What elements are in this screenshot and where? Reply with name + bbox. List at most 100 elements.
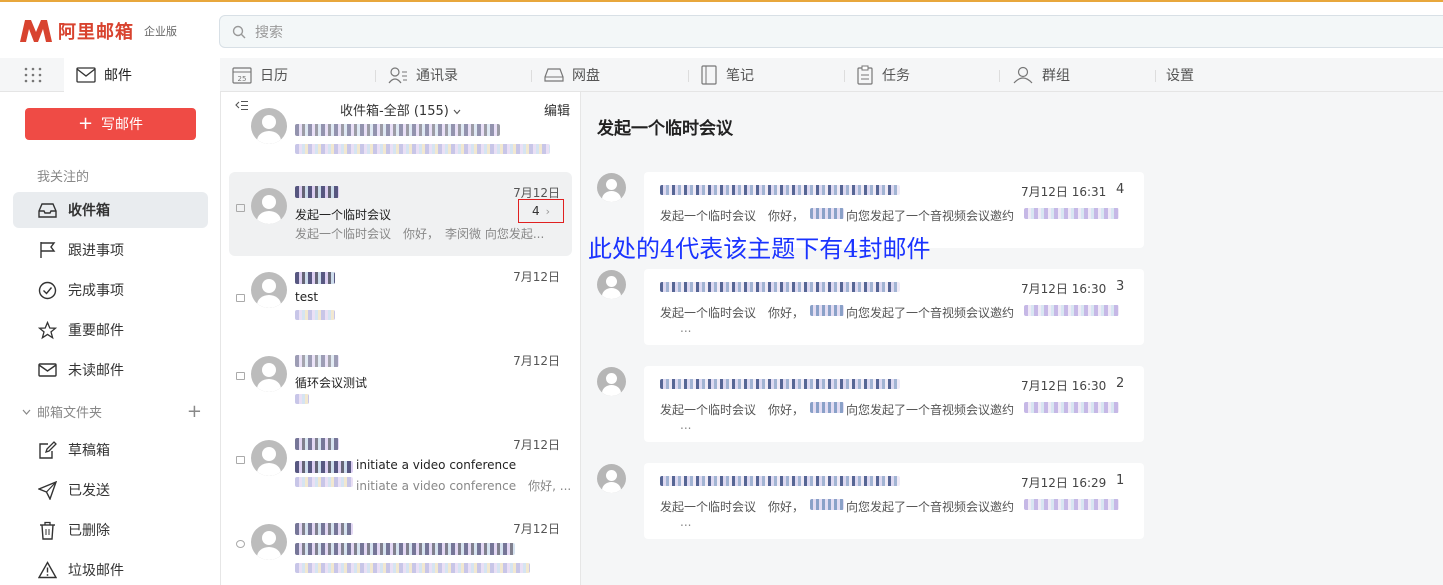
sender-redacted [660,476,900,486]
tab-contacts-label: 通讯录 [416,68,458,84]
thread-message-card[interactable]: 7月12日 16:30 3 发起一个临时会议 你好， 向您发起了一个音视频会议邀… [644,269,1144,345]
message-time: 7月12日 16:31 [1021,185,1107,199]
drive-icon [544,68,564,82]
message-list: 收件箱-全部 (155) 编辑 7月12日 发起一个临时会议 发起一个临时会议 … [221,92,581,585]
folder-filter-label: 收件箱-全部 (155) [340,104,449,119]
folders-section-header[interactable]: 邮箱文件夹 + [22,402,202,421]
sidebar-item-label: 完成事项 [68,283,124,299]
avatar [597,173,626,202]
tab-groups-label: 群组 [1042,68,1070,84]
compose-label: 写邮件 [101,117,144,133]
message-index: 4 [1116,182,1125,197]
sidebar-item-sent[interactable]: 已发送 [13,472,208,508]
sidebar-item-label: 草稿箱 [68,443,110,459]
tasks-icon [857,65,873,85]
thread-message-card[interactable]: 7月12日 16:29 1 发起一个临时会议 你好， 向您发起了一个音视频会议邀… [644,463,1144,539]
list-item[interactable]: 7月12日 [229,516,572,585]
tab-drive[interactable]: 网盘 [544,58,600,92]
avatar [251,440,287,476]
sender-redacted [660,282,900,292]
tab-tasks[interactable]: 任务 [856,58,910,92]
avatar [251,524,287,560]
sidebar-item-unread[interactable]: 未读邮件 [13,352,208,388]
list-item[interactable]: 7月12日 循环会议测试 [229,350,572,430]
plus-icon: + [77,113,94,134]
sidebar-item-drafts[interactable]: 草稿箱 [13,432,208,468]
followed-section-title: 我关注的 [37,170,90,185]
message-more: ... [680,418,692,432]
list-item[interactable]: 7月12日 initiate a video conference initia… [229,434,572,524]
name-redacted [810,402,844,413]
list-item[interactable] [229,108,572,164]
avatar [597,367,626,396]
list-item[interactable]: 7月12日 test [229,264,572,344]
compose-button[interactable]: + 写邮件 [25,108,196,140]
tab-notes[interactable]: 笔记 [700,58,754,92]
chevron-down-icon [22,409,31,415]
sidebar-item-label: 未读邮件 [68,363,124,379]
sender-redacted [295,523,353,535]
edit-button[interactable]: 编辑 [544,100,570,119]
logo-m-icon [20,20,52,42]
avatar [251,272,287,308]
sidebar-item-inbox[interactable]: 收件箱 [13,192,208,228]
draft-icon [39,440,57,459]
sidebar-item-important[interactable]: 重要邮件 [13,312,208,348]
tab-drive-label: 网盘 [572,68,600,84]
app-grid-icon[interactable] [24,67,42,83]
thread-count-badge[interactable]: 4 › [518,199,564,223]
brand-logo[interactable]: 阿里邮箱 企业版 [18,18,177,44]
tab-contacts[interactable]: 通讯录 [388,58,458,92]
nav-divider [688,70,689,82]
nav-divider [1155,70,1156,82]
top-header: 阿里邮箱 企业版 搜索 [0,0,1443,58]
avatar [251,108,287,144]
message-index: 1 [1116,473,1125,488]
message-date: 7月12日 [513,522,560,536]
sidebar-item-follow-up[interactable]: 跟进事项 [13,232,208,268]
tab-settings[interactable]: 设置 [1166,58,1194,92]
sidebar-item-label: 跟进事项 [68,243,124,259]
brand-edition: 企业版 [144,25,177,38]
avatar [251,188,287,224]
sidebar-item-done[interactable]: 完成事项 [13,272,208,308]
sidebar-item-label: 已发送 [68,483,110,499]
sender-redacted [660,379,900,389]
message-time: 7月12日 16:30 [1021,282,1107,296]
message-preview: 发起一个临时会议 你好， 李闵微 向您发起... [295,227,545,241]
send-icon [38,480,57,500]
message-subject: 发起一个临时会议 [295,208,392,222]
sender-redacted [295,272,335,284]
tab-groups[interactable]: 群组 [1012,58,1070,92]
calendar-icon: 25 [232,67,252,84]
preview-redacted [295,394,309,404]
calendar-icon [236,372,245,380]
add-folder-icon[interactable]: + [187,402,202,421]
annotation-note: 此处的4代表该主题下有4封邮件 [588,235,931,263]
notes-icon [701,65,717,85]
search-input[interactable]: 搜索 [219,15,1443,48]
sidebar-item-deleted[interactable]: 已删除 [13,512,208,548]
preview-redacted [295,144,550,154]
preview-redacted [295,310,335,320]
tab-mail-label: 邮件 [104,68,132,84]
name-redacted [810,305,844,316]
message-preview: initiate a video conference 你好, ... [356,479,572,493]
groups-icon [1013,66,1033,84]
sidebar-item-label: 已删除 [68,523,110,539]
tab-mail[interactable]: 邮件 [64,58,220,92]
warning-icon [38,561,57,579]
chevron-down-icon [453,109,461,115]
list-item[interactable]: 7月12日 发起一个临时会议 发起一个临时会议 你好， 李闵微 向您发起... … [229,172,572,256]
contacts-icon [388,67,407,84]
thread-message-card[interactable]: 7月12日 16:30 2 发起一个临时会议 你好， 向您发起了一个音视频会议邀… [644,366,1144,442]
name-redacted [810,208,844,219]
inbox-icon [38,202,57,218]
sidebar-item-spam[interactable]: 垃圾邮件 [13,552,208,585]
sender-redacted [295,186,339,198]
message-date: 7月12日 [513,354,560,368]
message-date: 7月12日 [513,270,560,284]
subject-redacted [295,543,515,555]
tab-calendar[interactable]: 25 日历 [232,58,288,92]
avatar [597,270,626,299]
